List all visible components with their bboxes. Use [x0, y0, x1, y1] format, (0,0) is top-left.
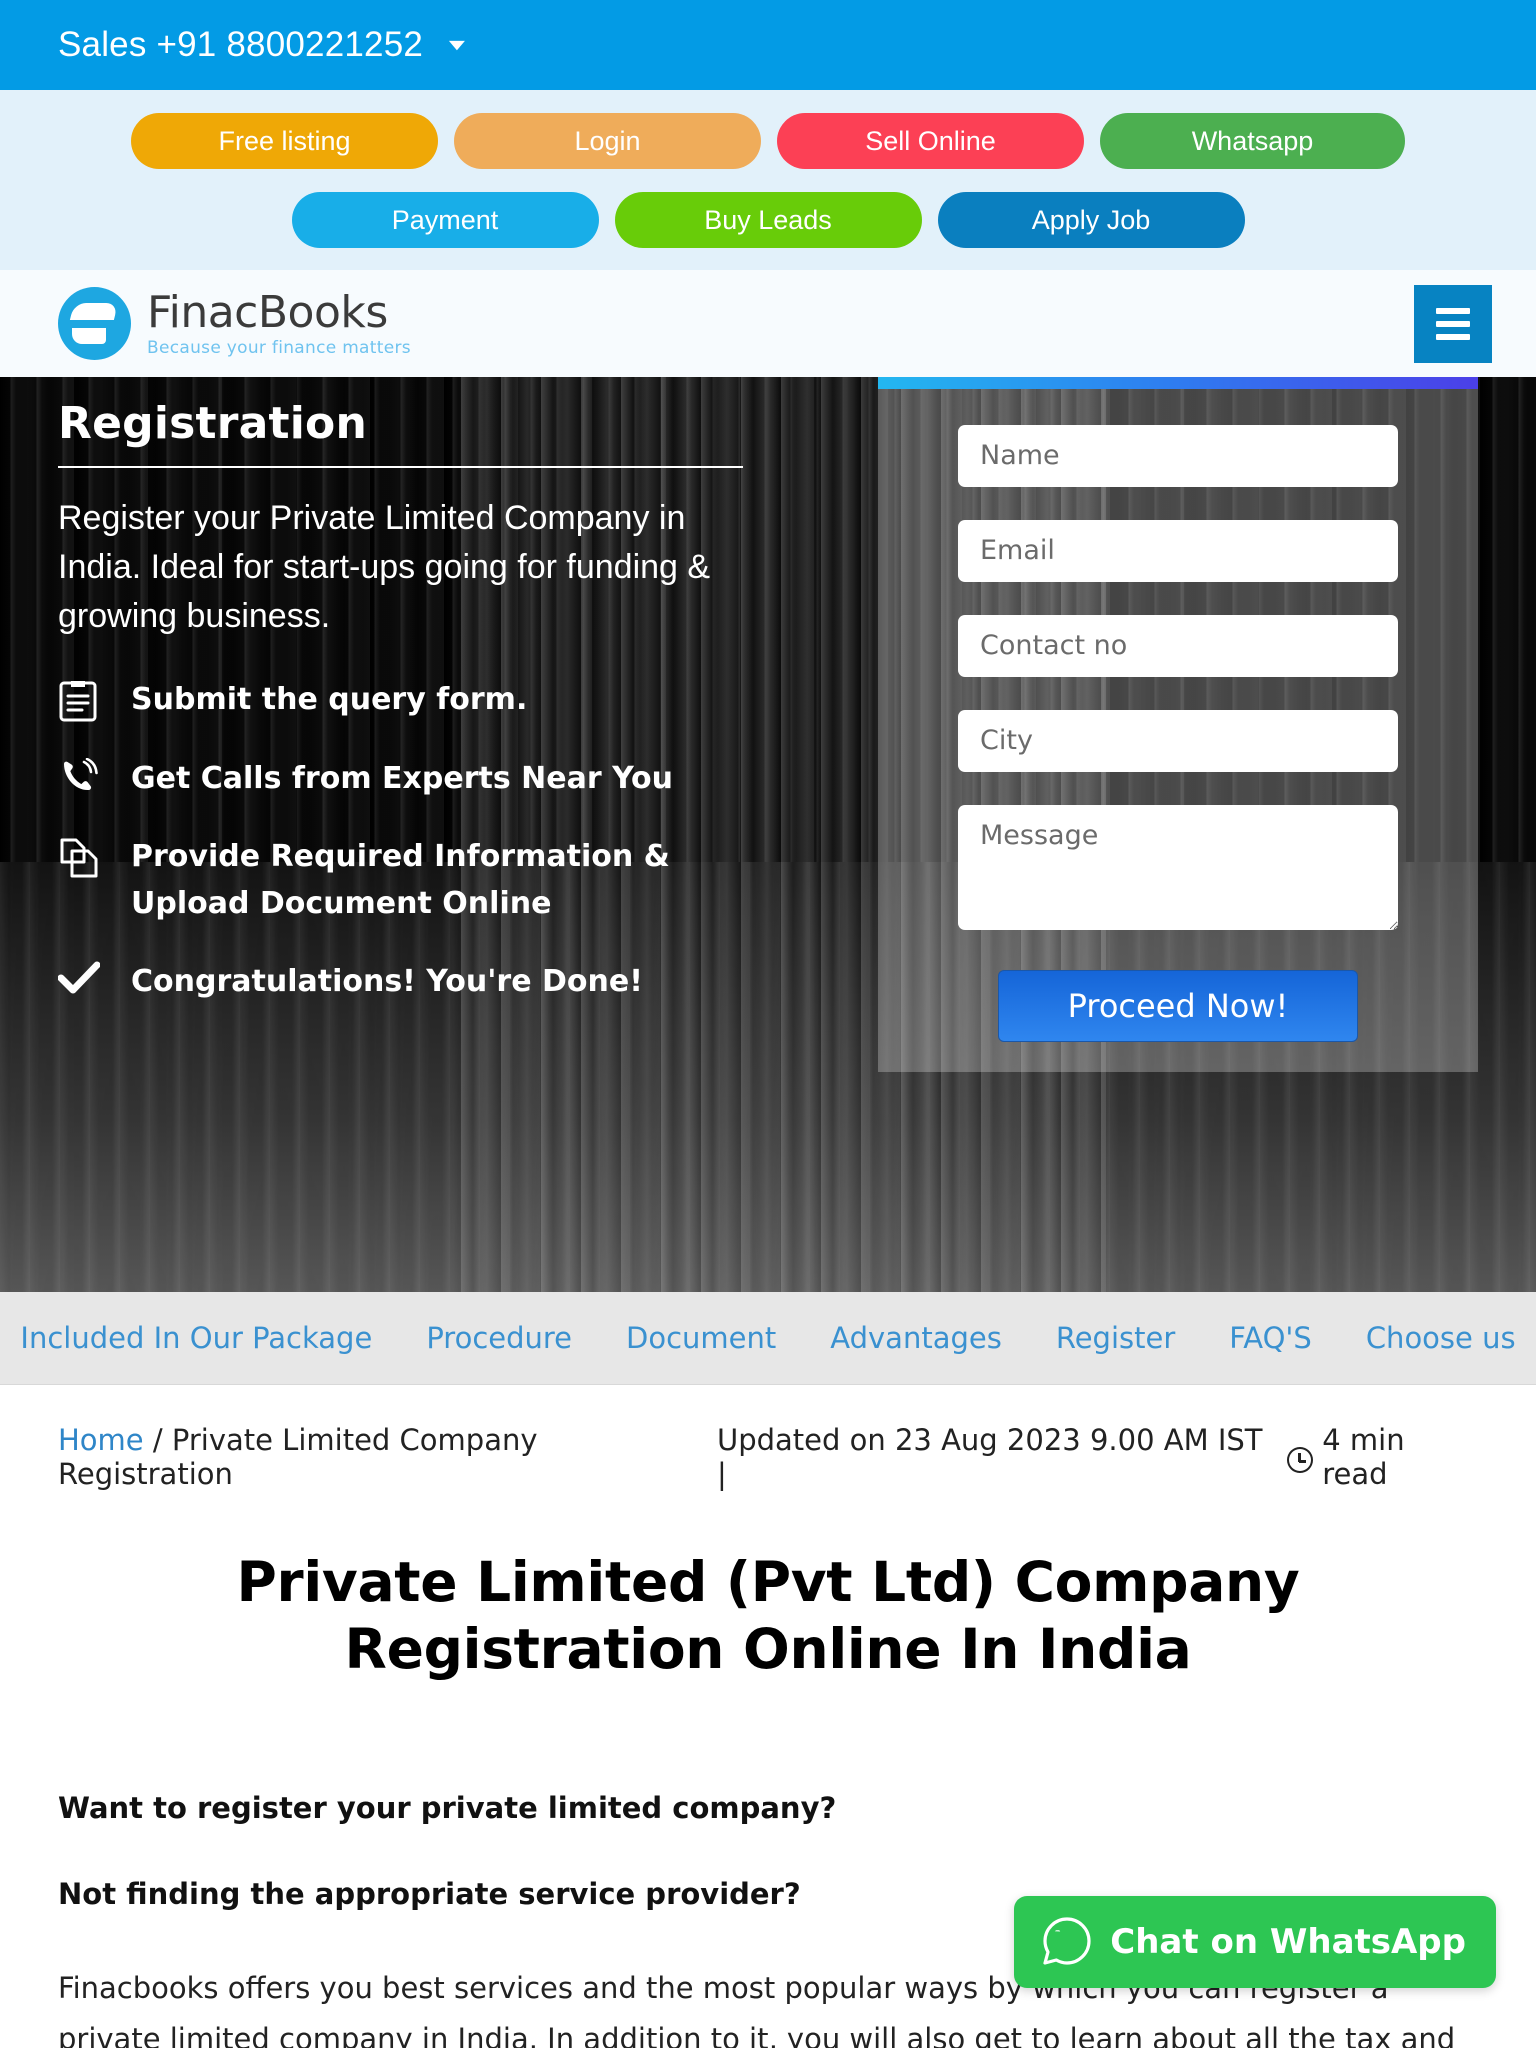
chevron-down-icon[interactable]: ▾: [449, 35, 465, 54]
clipboard-form-icon: [58, 679, 106, 723]
subnav-item-choose-us[interactable]: Choose us: [1339, 1321, 1536, 1355]
subnav-item-register[interactable]: Register: [1029, 1321, 1202, 1355]
logo-tagline: Because your finance matters: [147, 337, 411, 358]
city-input[interactable]: [958, 709, 1398, 772]
documents-copy-icon: [58, 836, 106, 880]
hamburger-menu-icon[interactable]: [1414, 284, 1492, 363]
name-input[interactable]: [958, 424, 1398, 487]
sell-online-button[interactable]: Sell Online: [777, 113, 1084, 169]
whatsapp-button-label: Chat on WhatsApp: [1110, 1922, 1466, 1962]
list-item-label: Provide Required Information & Upload Do…: [131, 839, 670, 921]
proceed-now-button[interactable]: Proceed Now!: [998, 969, 1358, 1042]
message-textarea[interactable]: [958, 804, 1398, 930]
sales-phone-label[interactable]: Sales +91 8800221252: [58, 25, 423, 65]
hero-steps-list: Submit the query form. Get Calls from Ex…: [58, 677, 748, 1006]
subnav-item-procedure[interactable]: Procedure: [399, 1321, 599, 1355]
list-item-label: Get Calls from Experts Near You: [131, 760, 674, 796]
hero-section: Registration Register your Private Limit…: [0, 377, 1536, 1292]
list-item: Get Calls from Experts Near You: [58, 756, 748, 803]
updated-on-label: Updated on 23 Aug 2023 9.00 AM IST |: [716, 1423, 1263, 1491]
article-meta-row: Home / Private Limited Company Registrat…: [58, 1385, 1478, 1491]
breadcrumb-home-link[interactable]: Home: [58, 1423, 144, 1457]
whatsapp-button[interactable]: Whatsapp: [1100, 113, 1405, 169]
breadcrumb-separator: /: [143, 1423, 172, 1457]
payment-button[interactable]: Payment: [291, 192, 599, 248]
hero-title: Registration: [58, 398, 367, 449]
form-heading: Pvt Ltd Company Registration: [878, 377, 1478, 389]
whatsapp-icon: [1040, 1914, 1094, 1971]
site-header: FinacBooks Because your finance matters: [0, 270, 1536, 377]
page-title: Private Limited (Pvt Ltd) Company Regist…: [236, 1550, 1300, 1682]
checkmark-icon: [58, 961, 106, 995]
lead-capture-form: Pvt Ltd Company Registration Proceed Now…: [878, 377, 1478, 1072]
logo-brand-name: FinacBooks: [147, 286, 388, 338]
buy-leads-button[interactable]: Buy Leads: [614, 192, 922, 248]
read-time-label: 4 min read: [1322, 1423, 1405, 1491]
hero-content: Registration Register your Private Limit…: [58, 377, 748, 1292]
quick-actions-bar: Free listing Login Sell Online Whatsapp …: [0, 90, 1536, 270]
site-logo[interactable]: FinacBooks Because your finance matters: [58, 287, 411, 360]
hamburger-bar: [1436, 320, 1470, 327]
chat-on-whatsapp-button[interactable]: Chat on WhatsApp: [1014, 1896, 1496, 1988]
hamburger-bar: [1436, 307, 1470, 314]
list-item-label: Submit the query form.: [131, 682, 528, 718]
breadcrumb: Home / Private Limited Company Registrat…: [58, 1423, 717, 1491]
list-item: Congratulations! You're Done!: [58, 959, 748, 1006]
subnav-item-document[interactable]: Document: [599, 1321, 803, 1355]
subnav-item-faqs[interactable]: FAQ'S: [1202, 1321, 1339, 1355]
list-item: Submit the query form.: [58, 677, 748, 724]
apply-job-button[interactable]: Apply Job: [937, 192, 1245, 248]
finacbooks-logo-icon: [58, 287, 131, 360]
phone-ringing-icon: [58, 757, 106, 802]
list-item-label: Congratulations! You're Done!: [131, 964, 643, 1000]
subnav-item-advantages[interactable]: Advantages: [803, 1321, 1029, 1355]
clock-icon: [1287, 1447, 1314, 1473]
login-button[interactable]: Login: [454, 113, 761, 169]
free-listing-button[interactable]: Free listing: [131, 113, 438, 169]
contact-no-input[interactable]: [958, 614, 1398, 677]
section-subnav: Included In Our Package Procedure Docume…: [0, 1292, 1536, 1385]
quick-actions-row-1: Free listing Login Sell Online Whatsapp: [0, 113, 1536, 169]
logo-text: FinacBooks Because your finance matters: [147, 286, 411, 358]
hamburger-bar: [1436, 333, 1470, 340]
sales-topbar: Sales +91 8800221252 ▾: [0, 0, 1536, 90]
subnav-item-included-in-our-package[interactable]: Included In Our Package: [0, 1321, 399, 1355]
hero-title-underline: [58, 465, 743, 468]
quick-actions-row-2: Payment Buy Leads Apply Job: [0, 192, 1536, 248]
list-item: Provide Required Information & Upload Do…: [58, 834, 748, 927]
hero-subtitle: Register your Private Limited Company in…: [58, 498, 711, 636]
email-input[interactable]: [958, 519, 1398, 582]
hero-form-column: Pvt Ltd Company Registration Proceed Now…: [878, 377, 1478, 1292]
article-question-1: Want to register your private limited co…: [58, 1791, 837, 1826]
article-updated-info: Updated on 23 Aug 2023 9.00 AM IST | 4 m…: [717, 1423, 1478, 1491]
